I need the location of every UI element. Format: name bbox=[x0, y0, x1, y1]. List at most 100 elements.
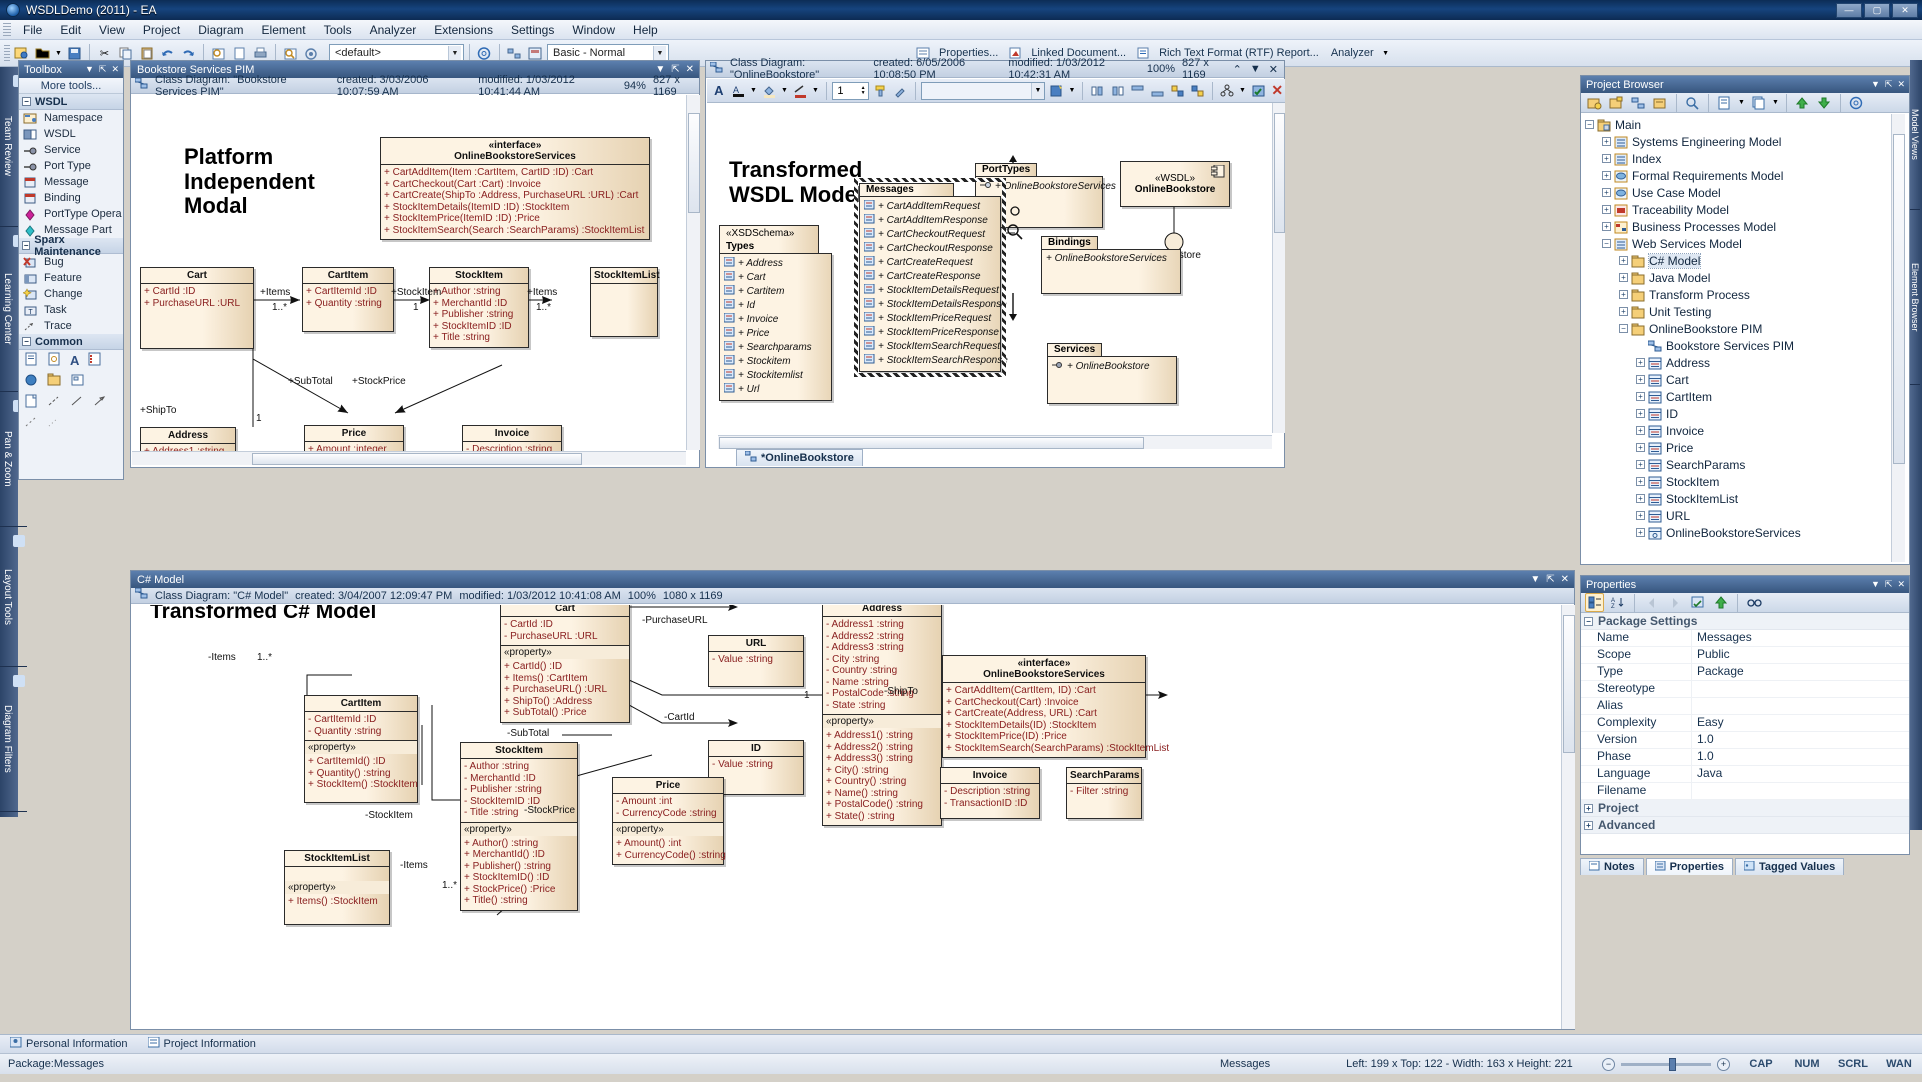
expand-toggle-icon[interactable]: + bbox=[1636, 358, 1645, 367]
documentation-icon[interactable] bbox=[1715, 93, 1734, 112]
csharp-class-onlinebookstoreservices[interactable]: «interface» OnlineBookstoreServices + Ca… bbox=[942, 655, 1169, 758]
chevron-down-icon[interactable]: ▼ bbox=[812, 81, 820, 100]
vertical-tab-diagram-filters[interactable]: Diagram Filters bbox=[0, 667, 27, 812]
rtf-report-button[interactable]: Rich Text Format (RTF) Report... bbox=[1154, 47, 1324, 59]
format-painter-icon[interactable] bbox=[872, 81, 889, 100]
tree-node[interactable]: − Web Services Model bbox=[1585, 235, 1909, 252]
vertical-tab-model-views[interactable]: Model Views bbox=[1910, 60, 1920, 210]
tree-vertical-scrollbar[interactable] bbox=[1891, 114, 1905, 562]
toolbox-item-service[interactable]: Service bbox=[19, 142, 123, 158]
toolbox-item-trace[interactable]: Trace bbox=[19, 318, 123, 334]
expand-toggle-icon[interactable]: − bbox=[1585, 120, 1594, 129]
property-value[interactable] bbox=[1691, 698, 1909, 714]
tree-node[interactable]: + ID bbox=[1585, 405, 1909, 422]
tree-node[interactable]: + SearchParams bbox=[1585, 456, 1909, 473]
tree-node[interactable]: + Invoice bbox=[1585, 422, 1909, 439]
align-top-icon[interactable] bbox=[1129, 81, 1146, 100]
expand-toggle-icon[interactable]: + bbox=[1636, 443, 1645, 452]
line-color-icon[interactable] bbox=[792, 81, 809, 100]
tree-node[interactable]: + C# Model bbox=[1585, 252, 1909, 269]
zoom-out-icon[interactable]: − bbox=[1602, 1057, 1615, 1071]
menu-tools[interactable]: Tools bbox=[315, 21, 361, 39]
property-row[interactable]: Stereotype bbox=[1581, 681, 1909, 698]
expand-toggle-icon[interactable]: + bbox=[1636, 460, 1645, 469]
tree-node[interactable]: − OnlineBookstore PIM bbox=[1585, 320, 1909, 337]
property-value[interactable] bbox=[1691, 681, 1909, 697]
csharp-canvas[interactable]: Transformed C# Model Cart - CartId :ID -… bbox=[132, 605, 1560, 1013]
chevron-down-icon[interactable]: ▼ bbox=[1381, 44, 1391, 63]
edit-property-icon[interactable] bbox=[1688, 593, 1707, 612]
property-row[interactable]: Version 1.0 bbox=[1581, 732, 1909, 749]
tab-personal-information[interactable]: Personal Information bbox=[0, 1035, 138, 1053]
hyperlink-icon[interactable] bbox=[24, 373, 39, 390]
pin-icon[interactable]: ⇱ bbox=[1546, 574, 1554, 585]
component-onlinebookstore[interactable]: «WSDL» OnlineBookstore bbox=[1120, 161, 1230, 207]
menu-extensions[interactable]: Extensions bbox=[425, 21, 502, 39]
chevron-down-icon[interactable]: ▼ bbox=[1871, 79, 1880, 90]
prev-property-icon[interactable] bbox=[1642, 593, 1661, 612]
tab-tagged-values[interactable]: Tagged Values bbox=[1734, 858, 1845, 875]
spinner-arrows[interactable]: ▲ ▼ bbox=[861, 85, 868, 96]
menu-project[interactable]: Project bbox=[134, 21, 189, 39]
tree-node[interactable]: + Formal Requirements Model bbox=[1585, 167, 1909, 184]
zoom-controls[interactable]: − + bbox=[1602, 1057, 1738, 1071]
chevron-down-icon[interactable]: ▼ bbox=[1068, 81, 1076, 100]
expand-toggle-icon[interactable]: − bbox=[1619, 324, 1628, 333]
expand-toggle-icon[interactable]: + bbox=[1602, 205, 1611, 214]
chevron-down-icon[interactable]: ▼ bbox=[653, 45, 666, 61]
close-icon[interactable]: ✕ bbox=[1897, 79, 1905, 90]
expand-toggle-icon[interactable]: + bbox=[1602, 222, 1611, 231]
next-property-icon[interactable] bbox=[1665, 593, 1684, 612]
align-left-icon[interactable] bbox=[1089, 81, 1106, 100]
close-icon[interactable]: ✕ bbox=[111, 64, 119, 75]
menu-analyzer[interactable]: Analyzer bbox=[361, 21, 426, 39]
property-row[interactable]: Scope Public bbox=[1581, 647, 1909, 664]
eyedropper-icon[interactable] bbox=[892, 81, 909, 100]
toolbox-item-feature[interactable]: Feature bbox=[19, 270, 123, 286]
toolbox-group-wsdl[interactable]: − WSDL bbox=[19, 94, 123, 110]
tree-node[interactable]: Bookstore Services PIM bbox=[1585, 337, 1909, 354]
tab-notes[interactable]: Notes bbox=[1580, 858, 1644, 875]
toolbox-group-sparx-maintenance[interactable]: − Sparx Maintenance bbox=[19, 234, 123, 258]
toolbox-item-port-type[interactable]: Port Type bbox=[19, 158, 123, 174]
property-group-header[interactable]: + Project bbox=[1581, 800, 1909, 817]
same-width-icon[interactable] bbox=[1169, 81, 1186, 100]
collapse-icon[interactable]: ⌃ bbox=[1233, 63, 1242, 76]
window-controls[interactable]: — ▢ ✕ bbox=[1836, 2, 1922, 18]
note-link-icon[interactable] bbox=[47, 415, 62, 432]
csharp-class-price[interactable]: Price - Amount :int - CurrencyCode :stri… bbox=[612, 777, 726, 865]
text-icon[interactable]: A bbox=[70, 353, 79, 368]
property-row[interactable]: Alias bbox=[1581, 698, 1909, 715]
property-group-header[interactable]: − Package Settings bbox=[1581, 613, 1909, 630]
pim-horizontal-scrollbar[interactable] bbox=[132, 451, 686, 465]
close-icon[interactable]: ✕ bbox=[1561, 574, 1569, 585]
tree-node[interactable]: + URL bbox=[1585, 507, 1909, 524]
tree-node[interactable]: + StockItem bbox=[1585, 473, 1909, 490]
move-up-icon[interactable] bbox=[1793, 93, 1812, 112]
wsdl-doc-tab[interactable]: *OnlineBookstore bbox=[736, 449, 863, 466]
trace-link-icon[interactable] bbox=[24, 415, 39, 432]
maximize-button[interactable]: ▢ bbox=[1864, 2, 1890, 18]
minimize-button[interactable]: — bbox=[1836, 2, 1862, 18]
zoom-in-icon[interactable]: + bbox=[1717, 1057, 1730, 1071]
csharp-class-stockitemlist[interactable]: StockItemList «property» + Items() :Stoc… bbox=[284, 850, 390, 925]
list-icon[interactable] bbox=[87, 352, 102, 369]
new-package-icon[interactable] bbox=[1585, 93, 1604, 112]
tree-node[interactable]: + Business Processes Model bbox=[1585, 218, 1909, 235]
pin-icon[interactable]: ⇱ bbox=[99, 64, 107, 75]
csharp-class-stockitem[interactable]: StockItem - Author :string - MerchantId … bbox=[460, 742, 578, 911]
tree-node[interactable]: + Systems Engineering Model bbox=[1585, 133, 1909, 150]
tree-node[interactable]: + Price bbox=[1585, 439, 1909, 456]
chevron-down-icon[interactable]: ▼ bbox=[781, 81, 789, 100]
collapse-icon[interactable]: − bbox=[22, 97, 31, 106]
csharp-class-cartitem[interactable]: CartItem - CartItemId :ID - Quantity :st… bbox=[304, 695, 418, 803]
property-row[interactable]: Language Java bbox=[1581, 766, 1909, 783]
parent-property-icon[interactable] bbox=[1711, 593, 1730, 612]
note-icon[interactable] bbox=[24, 352, 39, 369]
expand-toggle-icon[interactable]: + bbox=[1636, 375, 1645, 384]
vertical-tab-layout-tools[interactable]: Layout Tools bbox=[0, 527, 27, 667]
zoom-slider-knob[interactable] bbox=[1669, 1057, 1676, 1071]
menu-element[interactable]: Element bbox=[253, 21, 315, 39]
pin-icon[interactable]: ⇱ bbox=[1885, 79, 1893, 90]
scroll-thumb[interactable] bbox=[1563, 615, 1575, 753]
